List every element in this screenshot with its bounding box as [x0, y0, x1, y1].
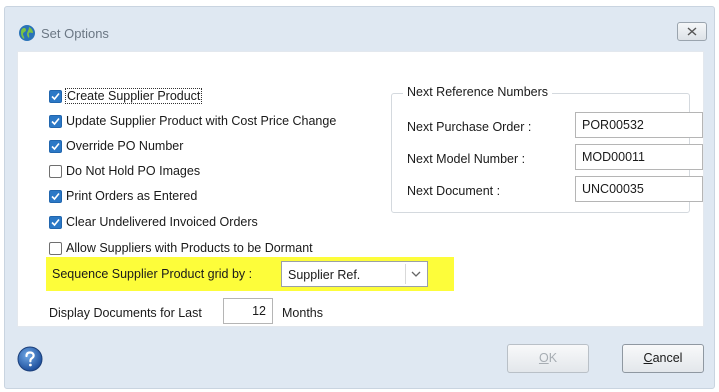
option-clear-undelivered-invoiced-orders[interactable]: Clear Undelivered Invoiced Orders — [49, 213, 258, 231]
option-create-supplier-product[interactable]: Create Supplier Product — [49, 87, 203, 105]
dropdown-button[interactable] — [405, 264, 425, 284]
close-icon — [687, 27, 697, 36]
option-do-not-hold-po-images[interactable]: Do Not Hold PO Images — [49, 162, 200, 180]
option-label: Print Orders as Entered — [66, 189, 198, 203]
option-label: Clear Undelivered Invoiced Orders — [66, 215, 258, 229]
option-label: Override PO Number — [66, 139, 184, 153]
checkbox-checked-icon[interactable] — [49, 215, 62, 229]
next-document-input[interactable]: UNC00035 — [575, 176, 703, 202]
months-label: Months — [282, 306, 323, 320]
close-button[interactable] — [677, 22, 707, 41]
next-purchase-order-input[interactable]: POR00532 — [575, 112, 703, 138]
next-document-label: Next Document : — [407, 184, 501, 198]
option-label: Create Supplier Product — [64, 88, 203, 104]
option-label: Allow Suppliers with Products to be Dorm… — [66, 241, 313, 255]
cancel-mnemonic: C — [643, 351, 653, 365]
display-documents-label: Display Documents for Last — [49, 306, 202, 320]
cancel-label-rest: ancel — [652, 351, 683, 365]
sequence-label: Sequence Supplier Product grid by : — [52, 267, 253, 281]
checkbox-unchecked-icon[interactable] — [49, 241, 62, 255]
option-allow-suppliers-dormant[interactable]: Allow Suppliers with Products to be Dorm… — [49, 239, 313, 257]
title-bar[interactable]: Set Options — [5, 7, 714, 51]
option-label: Do Not Hold PO Images — [66, 164, 201, 178]
sequence-dropdown[interactable]: Supplier Ref. — [281, 261, 428, 287]
ok-button[interactable]: OK — [507, 344, 589, 373]
help-icon[interactable] — [17, 346, 43, 372]
window-title: Set Options — [41, 26, 109, 41]
chevron-down-icon — [411, 271, 421, 277]
option-print-orders-as-entered[interactable]: Print Orders as Entered — [49, 187, 197, 205]
checkbox-unchecked-icon[interactable] — [49, 164, 62, 178]
option-label: Update Supplier Product with Cost Price … — [66, 114, 337, 128]
option-update-supplier-product[interactable]: Update Supplier Product with Cost Price … — [49, 112, 336, 130]
ok-mnemonic: O — [538, 351, 549, 365]
next-purchase-order-label: Next Purchase Order : — [407, 120, 532, 134]
cancel-button[interactable]: Cancel — [622, 344, 704, 373]
ok-label-rest: K — [548, 351, 558, 365]
group-title: Next Reference Numbers — [403, 85, 553, 99]
sequence-selected-value: Supplier Ref. — [288, 268, 361, 282]
globe-icon — [19, 25, 35, 41]
checkbox-checked-icon[interactable] — [49, 114, 62, 128]
option-override-po-number[interactable]: Override PO Number — [49, 137, 183, 155]
checkbox-checked-icon[interactable] — [49, 89, 62, 103]
options-panel: Create Supplier Product Update Supplier … — [17, 51, 704, 327]
checkbox-checked-icon[interactable] — [49, 189, 62, 203]
next-model-number-input[interactable]: MOD00011 — [575, 144, 703, 170]
display-documents-months-input[interactable]: 12 — [223, 298, 273, 324]
next-model-number-label: Next Model Number : — [407, 152, 526, 166]
set-options-dialog: Set Options Create Supplier Product Upda… — [4, 6, 715, 389]
checkbox-checked-icon[interactable] — [49, 139, 62, 153]
